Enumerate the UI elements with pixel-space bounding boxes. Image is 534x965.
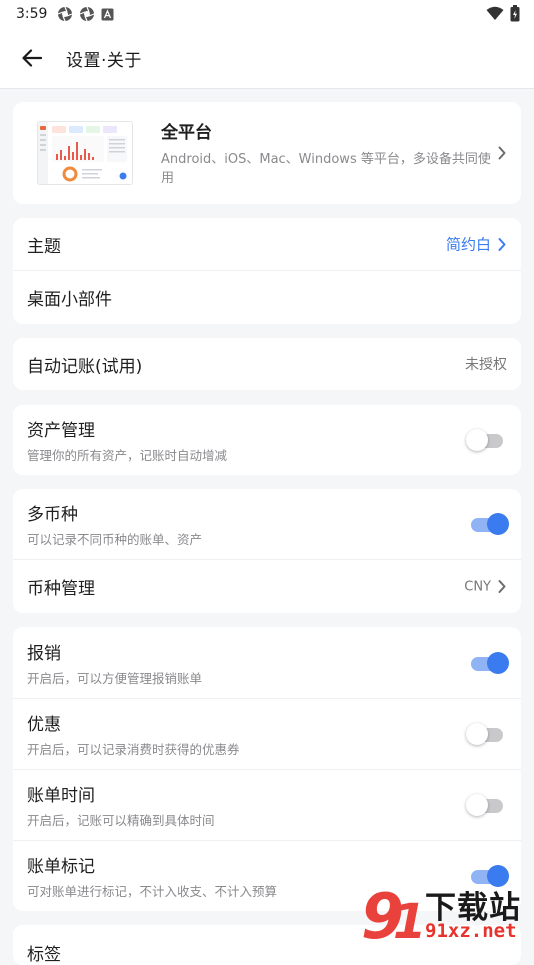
aperture-icon	[58, 6, 73, 22]
status-time: 3:59	[16, 6, 48, 22]
app-bar: 设置·关于	[0, 28, 534, 89]
reimbursement-row[interactable]: 报销 开启后，可以方便管理报销账单	[13, 627, 521, 698]
arrow-left-icon	[22, 49, 42, 67]
bill-features-card: 报销 开启后，可以方便管理报销账单 优惠 开启后，可以记录消费时获得的优惠券 账…	[13, 627, 521, 911]
discount-toggle[interactable]	[466, 723, 507, 745]
status-bar: 3:59	[0, 0, 534, 28]
app-screenshot-thumbnail	[37, 121, 133, 185]
asset-management-label: 资产管理	[27, 421, 95, 441]
bill-mark-label: 账单标记	[27, 857, 95, 877]
app-notification-icon	[101, 8, 114, 20]
auto-bookkeeping-status: 未授权	[465, 357, 507, 373]
wifi-icon	[486, 6, 504, 20]
discount-label: 优惠	[27, 715, 61, 735]
asset-management-row[interactable]: 资产管理 管理你的所有资产，记账时自动增减	[13, 405, 521, 475]
reimbursement-toggle[interactable]	[469, 651, 509, 674]
page-title: 设置·关于	[66, 50, 142, 71]
reimbursement-subtitle: 开启后，可以方便管理报销账单	[27, 670, 203, 686]
bill-time-label: 账单时间	[27, 786, 95, 806]
multi-currency-subtitle: 可以记录不同币种的账单、资产	[27, 532, 203, 547]
reimbursement-label: 报销	[27, 643, 61, 664]
chevron-right-icon	[498, 146, 506, 160]
watermark-domain: 91xz.net	[425, 920, 517, 942]
tags-label: 标签	[27, 945, 61, 965]
bill-time-subtitle: 开启后，记账可以精确到具体时间	[27, 813, 215, 828]
discount-row[interactable]: 优惠 开启后，可以记录消费时获得的优惠券	[13, 698, 521, 769]
chevron-right-icon	[498, 237, 506, 251]
multi-currency-toggle[interactable]	[469, 513, 509, 535]
bill-mark-subtitle: 可对账单进行标记，不计入收支、不计入预算	[27, 884, 278, 899]
currency-management-value: CNY	[464, 579, 491, 594]
auto-bookkeeping-card: 自动记账(试用) 未授权	[13, 338, 521, 390]
asset-management-subtitle: 管理你的所有资产，记账时自动增减	[27, 448, 228, 463]
widget-row[interactable]: 桌面小部件	[13, 270, 521, 324]
auto-bookkeeping-label: 自动记账(试用)	[27, 356, 143, 377]
theme-row[interactable]: 主题 简约白	[13, 218, 521, 270]
back-button[interactable]	[12, 38, 52, 78]
currency-card: 多币种 可以记录不同币种的账单、资产 币种管理 CNY	[13, 489, 521, 613]
theme-label: 主题	[27, 236, 61, 257]
widget-label: 桌面小部件	[27, 290, 112, 310]
currency-management-row[interactable]: 币种管理 CNY	[13, 559, 521, 613]
currency-management-label: 币种管理	[27, 579, 95, 599]
battery-icon	[510, 5, 520, 22]
theme-value: 简约白	[445, 235, 491, 254]
multi-currency-label: 多币种	[27, 505, 78, 525]
promo-card[interactable]: 全平台 Android、iOS、Mac、Windows 等平台，多设备共同使用	[13, 102, 521, 204]
bill-time-row[interactable]: 账单时间 开启后，记账可以精确到具体时间	[13, 769, 521, 840]
discount-subtitle: 开启后，可以记录消费时获得的优惠券	[27, 742, 240, 757]
display-settings-card: 主题 简约白 桌面小部件	[13, 218, 521, 324]
multi-currency-row[interactable]: 多币种 可以记录不同币种的账单、资产	[13, 489, 521, 559]
site-watermark: 9 1 下载站 91xz.net	[359, 880, 534, 950]
promo-description: Android、iOS、Mac、Windows 等平台，多设备共同使用	[161, 152, 491, 186]
svg-text:1: 1	[393, 894, 426, 950]
chevron-right-icon	[498, 580, 506, 593]
promo-title: 全平台	[161, 123, 212, 143]
asset-management-toggle[interactable]	[466, 429, 507, 451]
asset-management-card: 资产管理 管理你的所有资产，记账时自动增减	[13, 405, 521, 475]
bill-time-toggle[interactable]	[466, 794, 507, 816]
aperture-icon	[80, 6, 95, 22]
auto-bookkeeping-row[interactable]: 自动记账(试用) 未授权	[13, 338, 521, 390]
